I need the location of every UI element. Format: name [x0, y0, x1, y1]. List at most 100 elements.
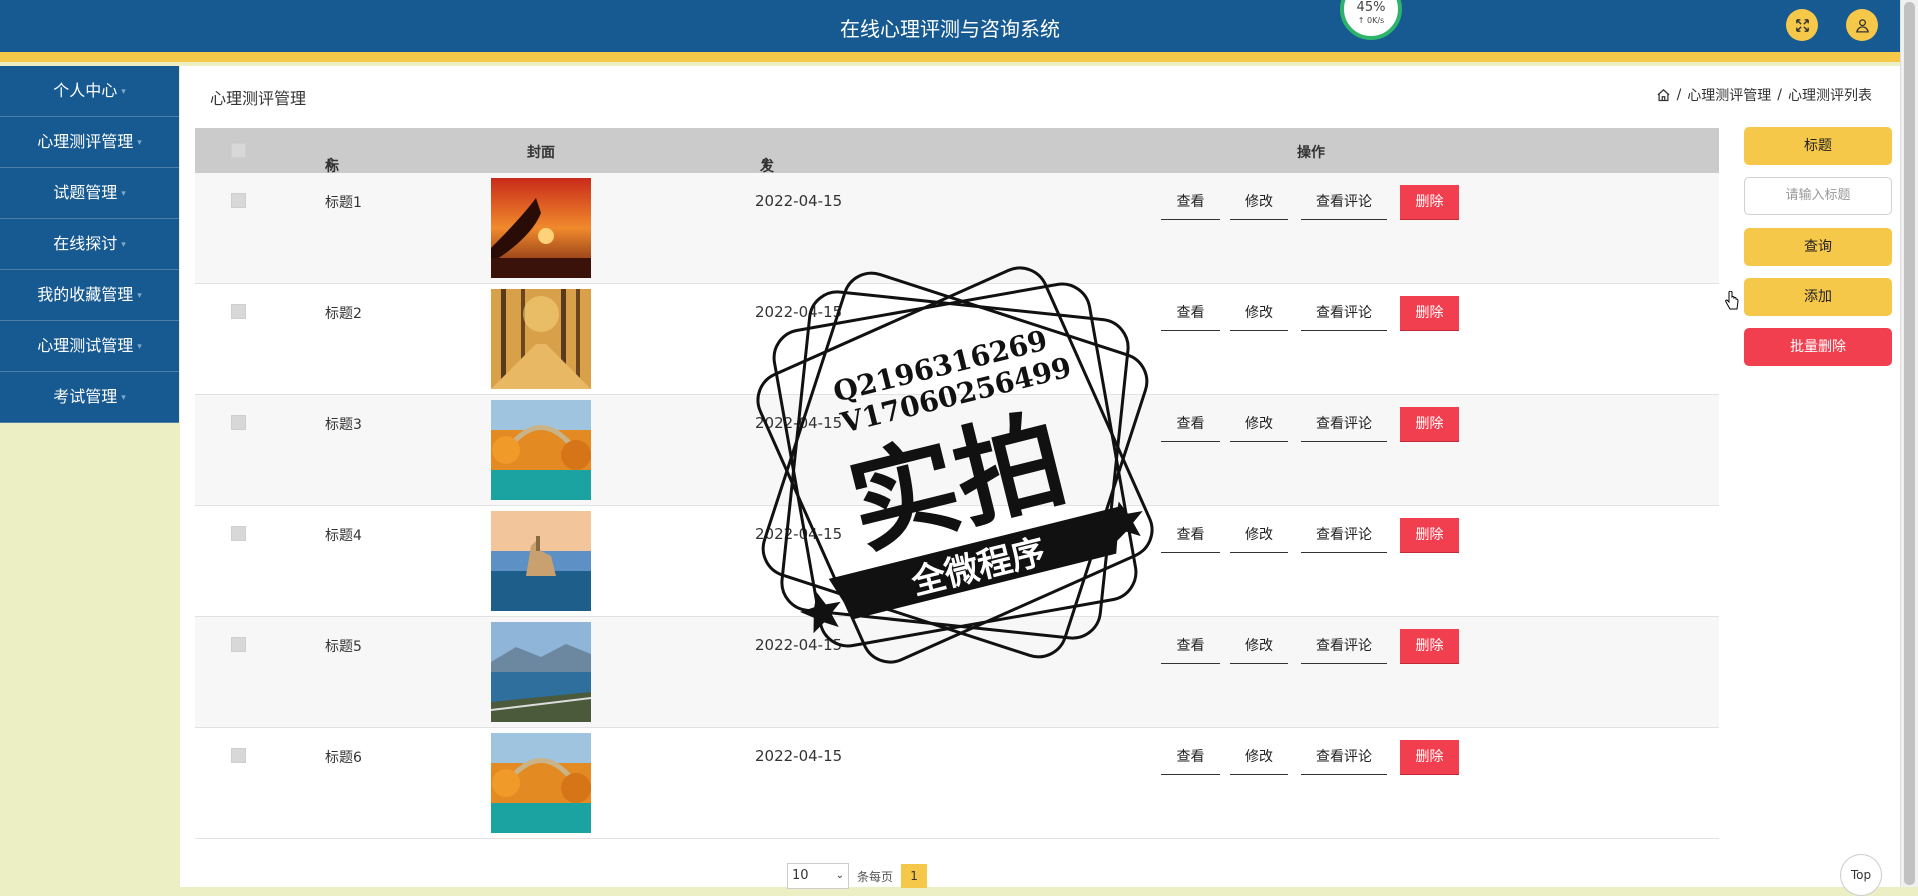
breadcrumb: / 心理测评管理 / 心理测评列表 — [1656, 85, 1872, 105]
view-button[interactable]: 查看 — [1161, 407, 1220, 442]
caret-down-icon: ▾ — [121, 86, 126, 97]
add-button[interactable]: 添加 — [1744, 278, 1892, 316]
top-bar: 在线心理评测与咨询系统 45% ↑ 0K/s — [0, 0, 1900, 52]
caret-down-icon: ▾ — [121, 239, 126, 250]
breadcrumb-separator: / — [1777, 87, 1782, 103]
breadcrumb-item[interactable]: 心理测评管理 — [1687, 85, 1771, 105]
edit-button[interactable]: 修改 — [1230, 629, 1288, 664]
sidebar-item-exam-mgmt[interactable]: 考试管理 ▾ — [0, 372, 179, 423]
caret-down-icon: ▾ — [137, 290, 142, 301]
row-checkbox[interactable] — [231, 637, 246, 652]
edit-button[interactable]: 修改 — [1230, 407, 1288, 442]
sidebar-item-question-mgmt[interactable]: 试题管理 ▾ — [0, 168, 179, 219]
view-comments-button[interactable]: 查看评论 — [1301, 518, 1387, 553]
fullscreen-button[interactable] — [1786, 9, 1818, 41]
table-row: 标题3 2022-04-15 查看 修改 查看评论 删除 — [195, 395, 1719, 506]
title-search-input[interactable]: 请输入标题 — [1744, 177, 1892, 215]
sidebar-item-test-mgmt[interactable]: 心理测试管理 ▾ — [0, 321, 179, 372]
row-publish-date: 2022-04-15 — [755, 747, 843, 765]
row-publish-date: 2022-04-15 — [755, 192, 843, 210]
row-checkbox[interactable] — [231, 748, 246, 763]
row-title: 标题5 — [325, 639, 362, 655]
breadcrumb-separator: / — [1676, 87, 1682, 103]
scrollbar-thumb[interactable] — [1904, 2, 1915, 885]
view-comments-button[interactable]: 查看评论 — [1301, 740, 1387, 775]
page-number-button[interactable]: 1 — [901, 864, 928, 888]
sidebar-item-favorites-mgmt[interactable]: 我的收藏管理 ▾ — [0, 270, 179, 321]
edit-button[interactable]: 修改 — [1230, 296, 1288, 331]
delete-button[interactable]: 删除 — [1400, 296, 1459, 331]
edit-button[interactable]: 修改 — [1230, 518, 1288, 553]
caret-down-icon: ▾ — [137, 341, 142, 352]
delete-button[interactable]: 删除 — [1400, 518, 1459, 553]
sidebar-item-label: 考试管理 — [53, 387, 118, 406]
view-comments-button[interactable]: 查看评论 — [1301, 185, 1387, 220]
back-to-top-button[interactable]: Top — [1840, 854, 1882, 896]
app-title: 在线心理评测与咨询系统 — [840, 17, 1060, 41]
view-button[interactable]: 查看 — [1161, 518, 1220, 553]
row-checkbox[interactable] — [231, 304, 246, 319]
sidebar-item-assessment-mgmt[interactable]: 心理测评管理 ▾ — [0, 117, 179, 168]
cover-image — [491, 400, 591, 500]
vertical-scrollbar[interactable] — [1900, 0, 1918, 887]
row-publish-date: 2022-04-15 — [755, 303, 843, 321]
data-table: 标题⇕ 封面 发布时间⇕ 操作 标题1 2022-04-15 查看 修改 查看评… — [195, 128, 1719, 839]
page-title: 心理测评管理 — [210, 89, 307, 108]
query-button[interactable]: 查询 — [1744, 228, 1892, 266]
cover-image — [491, 178, 591, 278]
page-size-select[interactable]: 10 ⌄ — [787, 863, 849, 889]
column-header-cover: 封面 — [527, 145, 555, 161]
caret-down-icon: ▾ — [121, 188, 126, 199]
user-menu-button[interactable] — [1846, 9, 1878, 41]
expand-icon — [1795, 18, 1809, 32]
column-header-actions: 操作 — [1297, 145, 1325, 161]
view-comments-button[interactable]: 查看评论 — [1301, 407, 1387, 442]
batch-delete-button[interactable]: 批量删除 — [1744, 328, 1892, 366]
breadcrumb-item-current: 心理测评列表 — [1788, 88, 1872, 104]
per-page-label: 条每页 — [857, 869, 894, 884]
pagination: 10 ⌄ 条每页 1 — [787, 863, 928, 889]
sidebar-item-label: 心理测试管理 — [37, 336, 134, 355]
view-button[interactable]: 查看 — [1161, 629, 1220, 664]
gauge-value: 45% — [1356, 0, 1386, 15]
sidebar-item-online-discussion[interactable]: 在线探讨 ▾ — [0, 219, 179, 270]
delete-button[interactable]: 删除 — [1400, 185, 1459, 220]
view-comments-button[interactable]: 查看评论 — [1301, 629, 1387, 664]
gauge-speed: ↑ 0K/s — [1357, 16, 1385, 25]
row-title: 标题2 — [325, 306, 362, 322]
delete-button[interactable]: 删除 — [1400, 629, 1459, 664]
caret-down-icon: ▾ — [121, 392, 126, 403]
delete-button[interactable]: 删除 — [1400, 407, 1459, 442]
row-checkbox[interactable] — [231, 526, 246, 541]
table-header: 标题⇕ 封面 发布时间⇕ 操作 — [195, 128, 1719, 235]
row-title: 标题1 — [325, 195, 362, 211]
sidebar-item-label: 心理测评管理 — [37, 132, 134, 151]
row-publish-date: 2022-04-15 — [755, 525, 843, 543]
sidebar-item-label: 在线探讨 — [53, 234, 118, 253]
row-title: 标题6 — [325, 750, 362, 766]
edit-button[interactable]: 修改 — [1230, 185, 1288, 220]
row-publish-date: 2022-04-15 — [755, 414, 843, 432]
sidebar-item-label: 个人中心 — [53, 81, 118, 100]
table-row: 标题1 2022-04-15 查看 修改 查看评论 删除 — [195, 173, 1719, 284]
view-button[interactable]: 查看 — [1161, 185, 1220, 220]
sidebar-item-label: 我的收藏管理 — [37, 285, 134, 304]
sort-icon: ⇕ — [760, 156, 772, 172]
caret-down-icon: ▾ — [137, 137, 142, 148]
row-checkbox[interactable] — [231, 193, 246, 208]
sidebar-item-personal-center[interactable]: 个人中心 ▾ — [0, 66, 179, 117]
delete-button[interactable]: 删除 — [1400, 740, 1459, 775]
view-button[interactable]: 查看 — [1161, 296, 1220, 331]
table-row: 标题2 2022-04-15 查看 修改 查看评论 删除 — [195, 284, 1719, 395]
view-button[interactable]: 查看 — [1161, 740, 1220, 775]
cover-image — [491, 622, 591, 722]
sidebar: 个人中心 ▾ 心理测评管理 ▾ 试题管理 ▾ 在线探讨 ▾ 我的收藏管理 ▾ 心理测试管理… — [0, 66, 179, 423]
row-publish-date: 2022-04-15 — [755, 636, 843, 654]
edit-button[interactable]: 修改 — [1230, 740, 1288, 775]
view-comments-button[interactable]: 查看评论 — [1301, 296, 1387, 331]
row-checkbox[interactable] — [231, 415, 246, 430]
page-size-value: 10 — [792, 868, 809, 883]
chevron-down-icon: ⌄ — [835, 870, 844, 881]
home-icon[interactable] — [1656, 88, 1671, 103]
select-all-checkbox[interactable] — [231, 143, 246, 158]
